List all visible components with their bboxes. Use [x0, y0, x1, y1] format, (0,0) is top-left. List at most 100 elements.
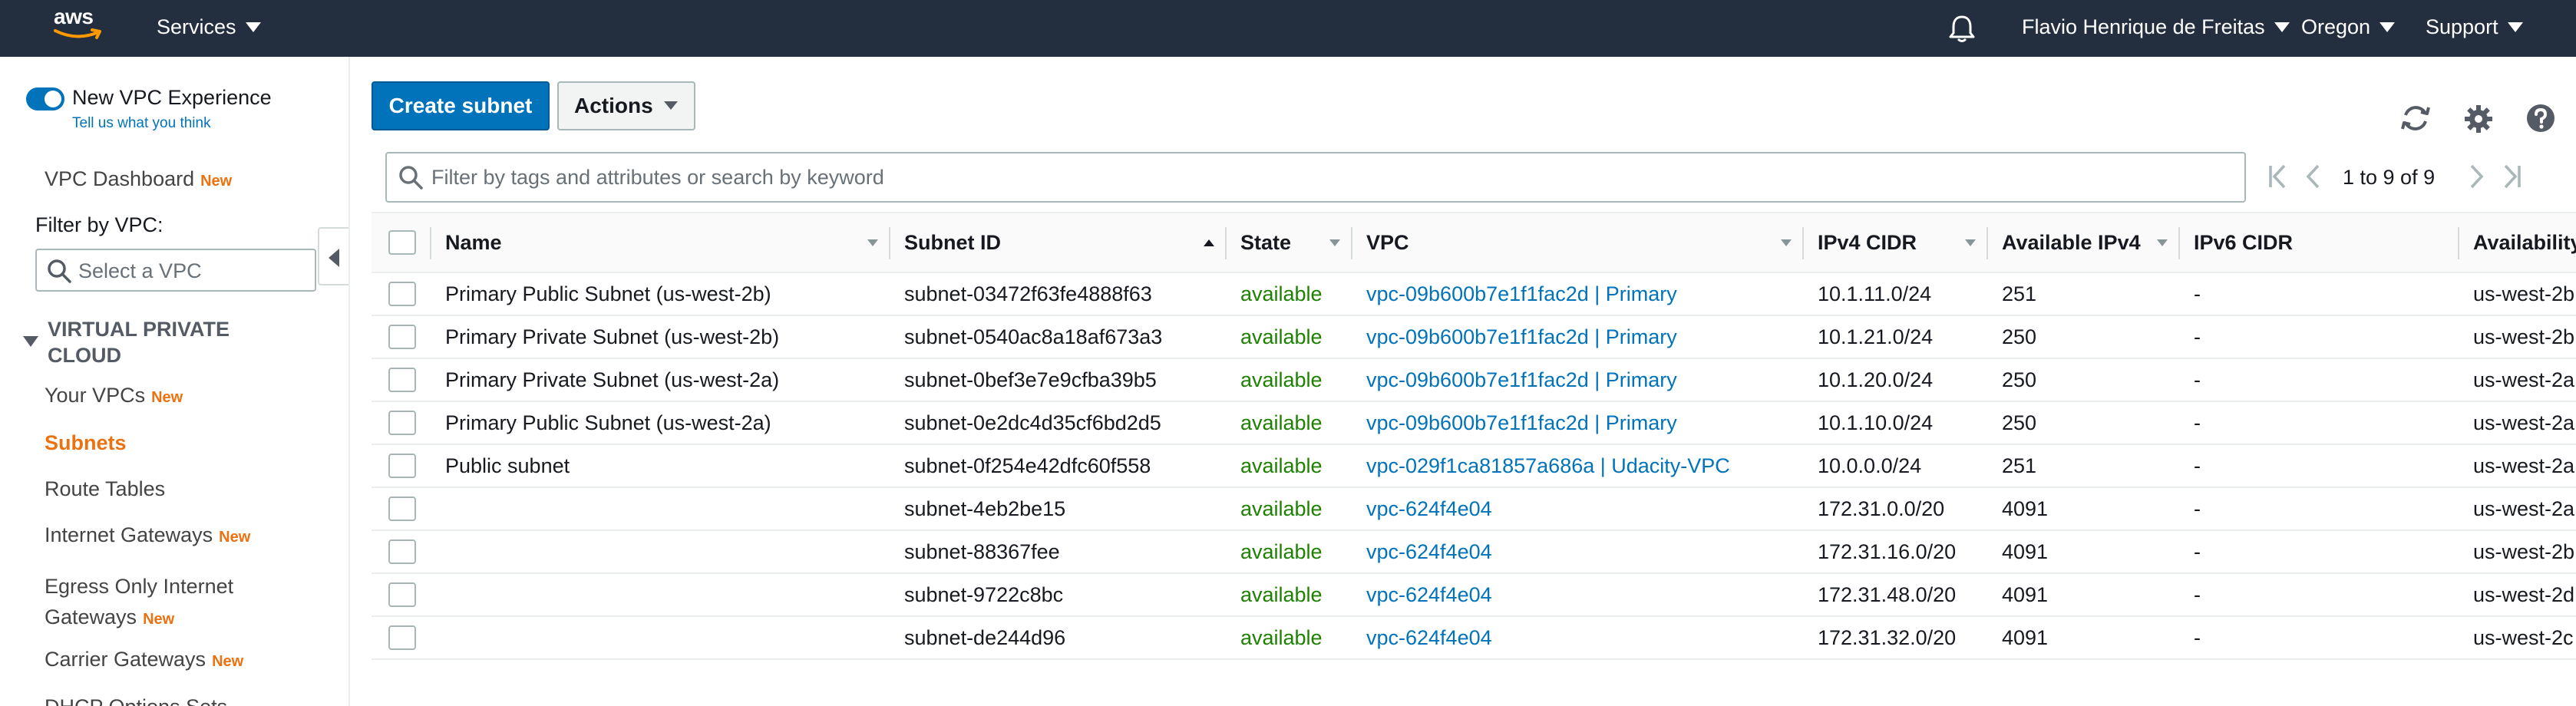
cell-ipv4-cidr: 172.31.16.0/20	[1804, 530, 1988, 574]
sidebar-item-dhcp-options-sets[interactable]: DHCP Options Sets	[45, 695, 227, 706]
cell-ipv4-cidr: 172.31.48.0/20	[1804, 573, 1988, 617]
column-header-available-ipv4[interactable]: Available IPv4	[1988, 212, 2180, 273]
cell-vpc-link[interactable]: vpc-624f4e04	[1352, 573, 1804, 617]
cell-ipv4-cidr: 172.31.0.0/20	[1804, 487, 1988, 531]
bell-icon[interactable]	[1948, 14, 1976, 47]
table-body: Primary Public Subnet (us-west-2b) subne…	[372, 272, 2576, 660]
row-checkbox[interactable]	[388, 368, 416, 392]
row-checkbox[interactable]	[388, 539, 416, 564]
row-checkbox[interactable]	[388, 411, 416, 435]
cell-vpc-link[interactable]: vpc-09b600b7e1f1fac2d | Primary	[1352, 272, 1804, 316]
search-icon	[48, 259, 71, 283]
table-row[interactable]: Primary Public Subnet (us-west-2b) subne…	[372, 272, 2576, 316]
help-icon[interactable]	[2525, 103, 2556, 137]
column-header-availability-zone[interactable]: Availability	[2459, 212, 2576, 273]
row-checkbox[interactable]	[388, 454, 416, 478]
cell-ipv4-cidr: 10.1.10.0/24	[1804, 401, 1988, 445]
cell-state: available	[1227, 616, 1352, 660]
chevron-down-icon	[245, 22, 261, 32]
table-row[interactable]: Primary Private Subnet (us-west-2a) subn…	[372, 358, 2576, 402]
cell-availability-zone: us-west-2a	[2459, 487, 2576, 531]
cell-ipv4-cidr: 10.1.11.0/24	[1804, 272, 1988, 316]
next-page-icon[interactable]	[2467, 163, 2485, 190]
sidebar-item-internet-gateways[interactable]: Internet Gateways New	[45, 523, 250, 547]
cell-name: Primary Public Subnet (us-west-2b)	[431, 272, 890, 316]
prev-page-icon[interactable]	[2304, 163, 2323, 190]
cell-vpc-link[interactable]: vpc-09b600b7e1f1fac2d | Primary	[1352, 401, 1804, 445]
row-checkbox[interactable]	[388, 582, 416, 607]
table-row[interactable]: Public subnet subnet-0f254e42dfc60f558 a…	[372, 444, 2576, 488]
column-header-subnet-id[interactable]: Subnet ID	[890, 212, 1227, 273]
region-menu[interactable]: Oregon	[2301, 0, 2396, 57]
row-select-cell	[372, 401, 431, 445]
row-select-cell	[372, 444, 431, 488]
cell-state: available	[1227, 530, 1352, 574]
select-all-checkbox[interactable]	[388, 230, 416, 255]
sidebar-item-carrier-gateways[interactable]: Carrier Gateways New	[45, 648, 243, 671]
new-badge: New	[212, 653, 244, 670]
cell-vpc-link[interactable]: vpc-624f4e04	[1352, 530, 1804, 574]
cell-ipv6-cidr: -	[2180, 573, 2459, 617]
first-page-icon[interactable]	[2266, 163, 2289, 190]
column-header-ipv6-cidr[interactable]: IPv6 CIDR	[2180, 212, 2459, 273]
cell-vpc-link[interactable]: vpc-624f4e04	[1352, 616, 1804, 660]
table-row[interactable]: subnet-9722c8bc available vpc-624f4e04 1…	[372, 573, 2576, 617]
table-row[interactable]: subnet-88367fee available vpc-624f4e04 1…	[372, 530, 2576, 574]
table-row[interactable]: Primary Public Subnet (us-west-2a) subne…	[372, 401, 2576, 445]
services-menu[interactable]: Services	[157, 0, 261, 57]
support-menu[interactable]: Support	[2426, 0, 2523, 57]
section-heading-virtual-private-cloud[interactable]: VIRTUAL PRIVATE CLOUD	[48, 316, 278, 368]
last-page-icon[interactable]	[2501, 163, 2524, 190]
aws-smile-icon	[54, 28, 101, 39]
column-header-ipv4-cidr[interactable]: IPv4 CIDR	[1804, 212, 1988, 273]
cell-availability-zone: us-west-2d	[2459, 573, 2576, 617]
sidebar-item-your-vpcs[interactable]: Your VPCs New	[45, 384, 183, 407]
row-checkbox[interactable]	[388, 497, 416, 521]
gear-icon[interactable]	[2464, 104, 2493, 137]
sidebar-item-subnets[interactable]: Subnets	[45, 431, 127, 455]
account-menu[interactable]: Flavio Henrique de Freitas	[2022, 0, 2290, 57]
sidebar-item-route-tables[interactable]: Route Tables	[45, 477, 165, 501]
sidebar-item-egress-only-internet-gateways[interactable]: Egress Only Internet Gateways New	[45, 571, 282, 635]
search-icon	[399, 166, 423, 190]
column-header-vpc[interactable]: VPC	[1352, 212, 1804, 273]
cell-vpc-link[interactable]: vpc-09b600b7e1f1fac2d | Primary	[1352, 315, 1804, 359]
actions-label: Actions	[574, 94, 653, 117]
column-header-name[interactable]: Name	[431, 212, 890, 273]
vpc-filter-select[interactable]: Select a VPC	[35, 249, 316, 292]
select-all-header	[372, 212, 431, 273]
cell-ipv6-cidr: -	[2180, 616, 2459, 660]
cell-ipv4-cidr: 10.0.0.0/24	[1804, 444, 1988, 488]
sidebar-item-vpc-dashboard[interactable]: VPC Dashboard New	[45, 167, 232, 191]
table-row[interactable]: subnet-4eb2be15 available vpc-624f4e04 1…	[372, 487, 2576, 531]
sort-ascending-icon	[1204, 239, 1214, 246]
row-checkbox[interactable]	[388, 282, 416, 306]
cell-vpc-link[interactable]: vpc-029f1ca81857a686a | Udacity-VPC	[1352, 444, 1804, 488]
feedback-link[interactable]: Tell us what you think	[72, 115, 211, 132]
cell-vpc-link[interactable]: vpc-09b600b7e1f1fac2d | Primary	[1352, 358, 1804, 402]
row-checkbox[interactable]	[388, 325, 416, 349]
aws-logo[interactable]: aws	[54, 6, 104, 46]
table-row[interactable]: subnet-de244d96 available vpc-624f4e04 1…	[372, 616, 2576, 660]
collapse-sidebar-button[interactable]	[318, 227, 348, 285]
row-checkbox[interactable]	[388, 625, 416, 650]
table-row[interactable]: Primary Private Subnet (us-west-2b) subn…	[372, 315, 2576, 359]
caret-down-icon[interactable]	[23, 336, 38, 347]
cell-ipv6-cidr: -	[2180, 487, 2459, 531]
cell-vpc-link[interactable]: vpc-624f4e04	[1352, 487, 1804, 531]
column-header-state[interactable]: State	[1227, 212, 1352, 273]
sidebar-item-label: Egress Only Internet Gateways	[45, 575, 234, 628]
cell-available-ipv4: 250	[1988, 315, 2180, 359]
cell-state: available	[1227, 573, 1352, 617]
refresh-icon[interactable]	[2399, 103, 2432, 137]
cell-available-ipv4: 250	[1988, 358, 2180, 402]
sort-icon	[867, 239, 878, 246]
cell-ipv4-cidr: 172.31.32.0/20	[1804, 616, 1988, 660]
cell-ipv6-cidr: -	[2180, 272, 2459, 316]
search-input[interactable]: Filter by tags and attributes or search …	[385, 152, 2246, 203]
row-select-cell	[372, 358, 431, 402]
new-vpc-experience-toggle[interactable]	[26, 87, 64, 111]
actions-button[interactable]: Actions	[557, 81, 695, 130]
cell-subnet-id: subnet-9722c8bc	[890, 573, 1227, 617]
create-subnet-button[interactable]: Create subnet	[372, 81, 550, 130]
